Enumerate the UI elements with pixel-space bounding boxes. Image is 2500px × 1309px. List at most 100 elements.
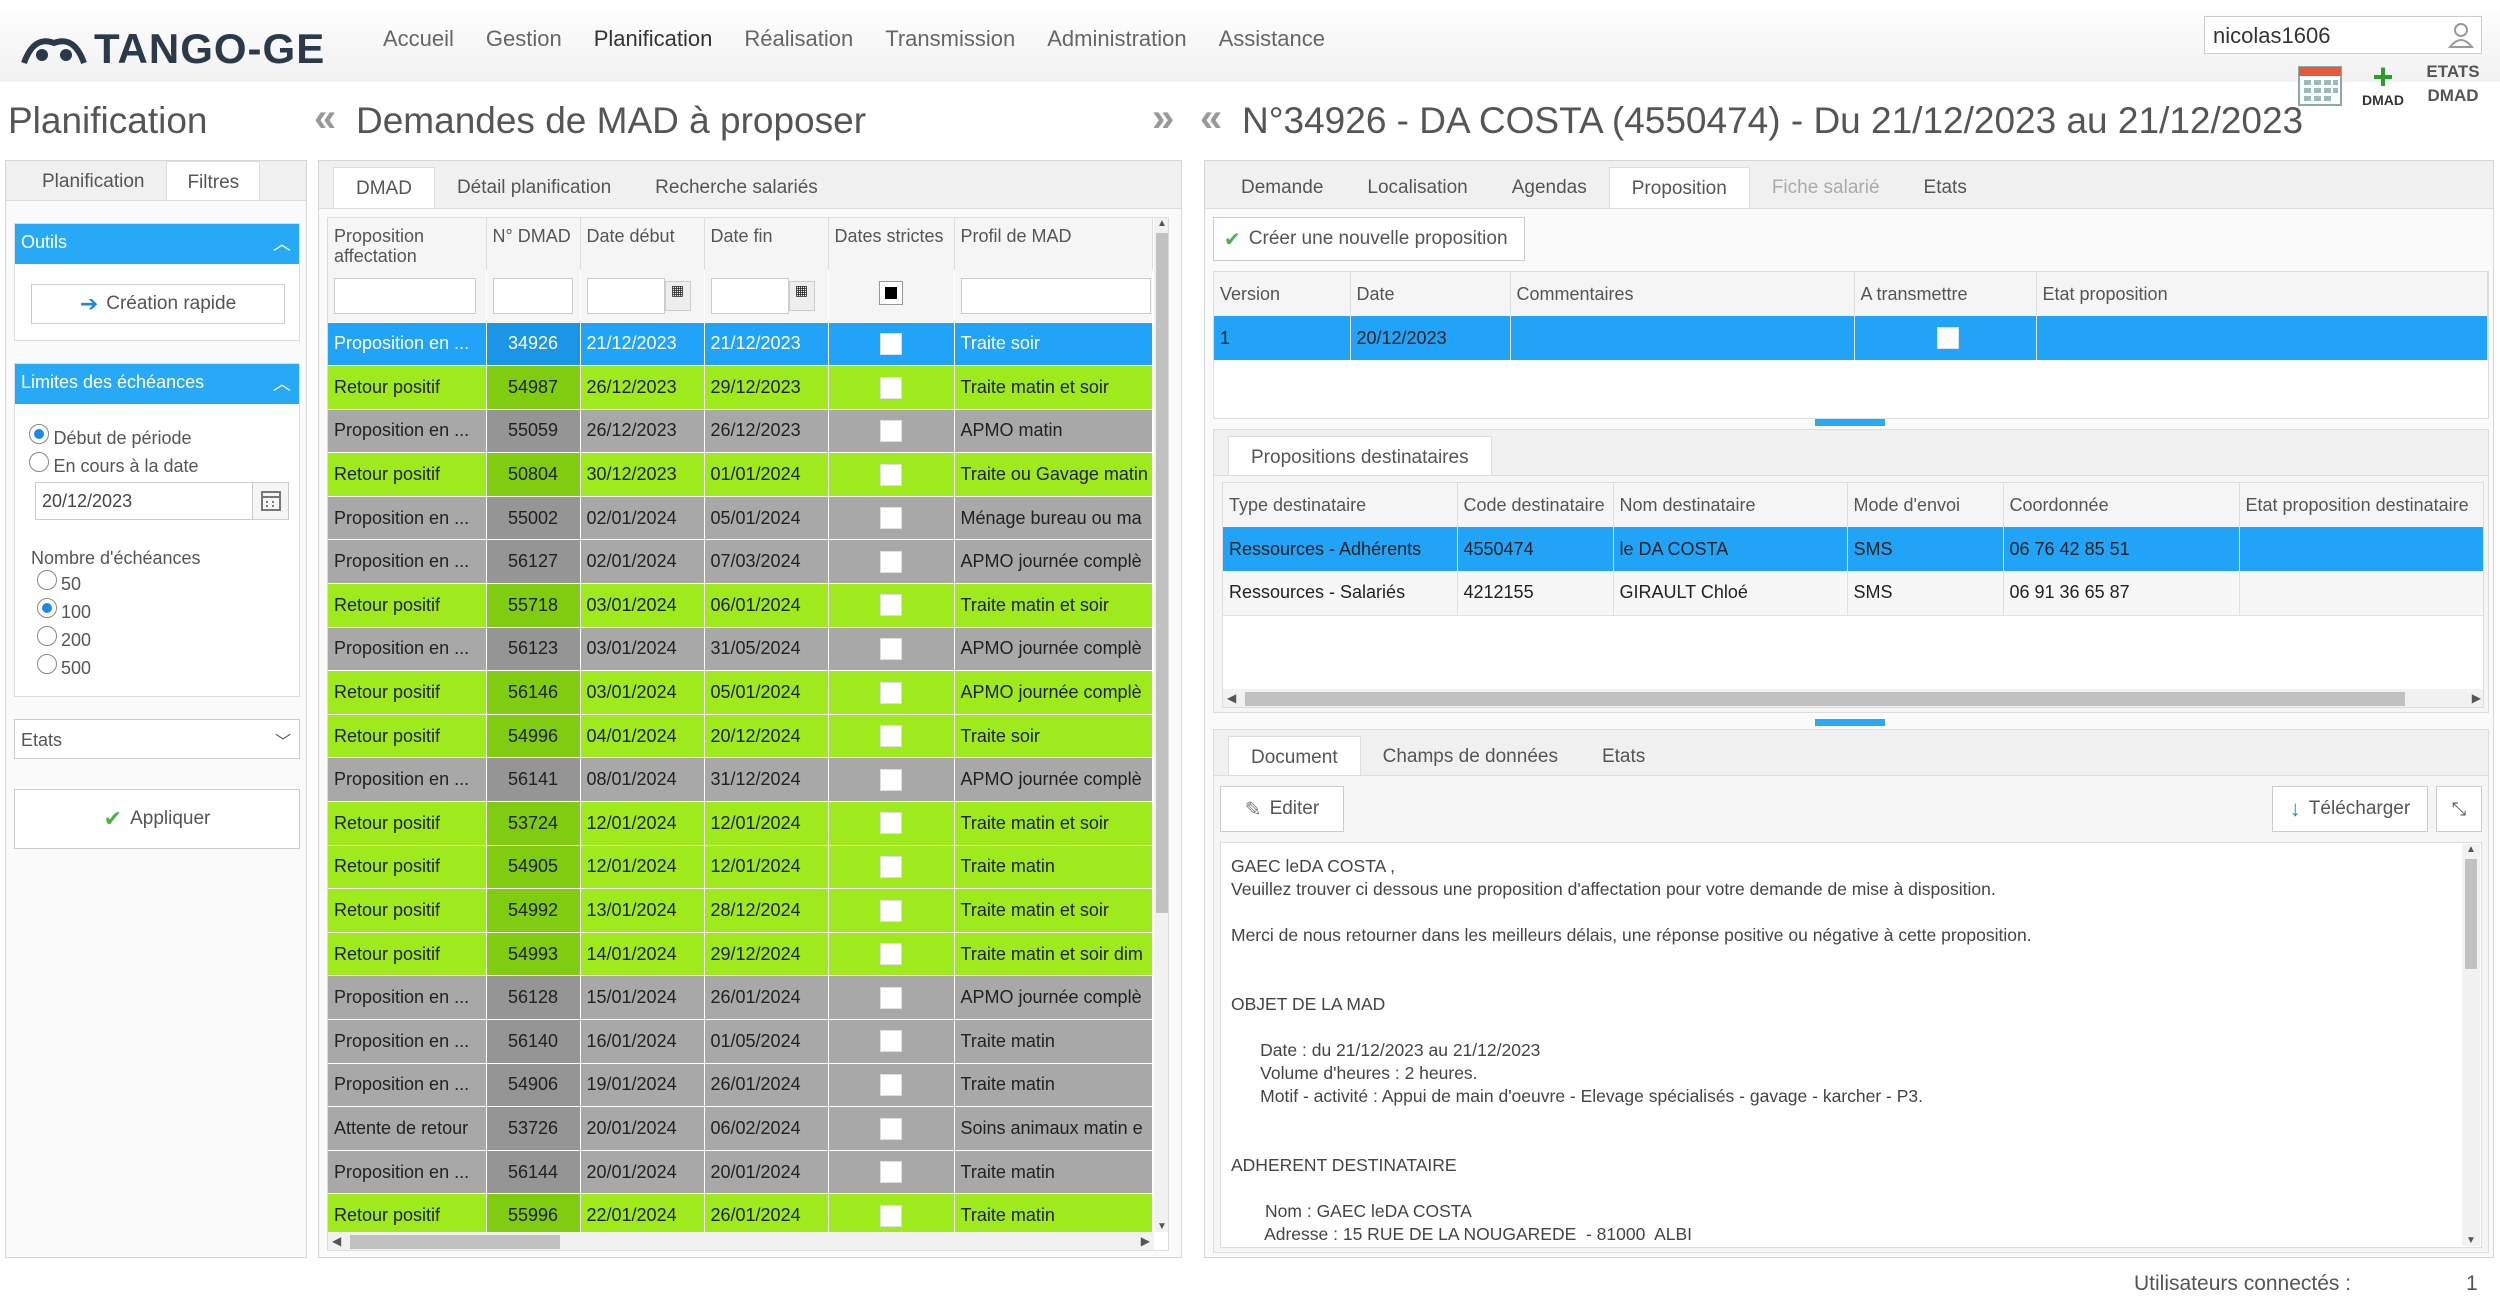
column-header[interactable]: Profil de MAD xyxy=(954,218,1153,270)
dates-strictes-checkbox[interactable] xyxy=(880,943,902,966)
tab-localisation[interactable]: Localisation xyxy=(1345,167,1489,208)
collapse-middle-icon[interactable]: « xyxy=(1200,96,1222,141)
column-header[interactable]: Proposition affectation xyxy=(328,218,487,270)
column-header[interactable]: Coordonnée xyxy=(2003,483,2240,527)
menu-item-assistance[interactable]: Assistance xyxy=(1219,26,1325,52)
vertical-scrollbar[interactable]: ▲ ▼ xyxy=(1154,218,1168,1232)
filter-date-fin[interactable] xyxy=(710,277,789,314)
creation-rapide-button[interactable]: ➔ Création rapide xyxy=(31,284,285,324)
column-header[interactable]: Dates strictes xyxy=(828,218,955,270)
dates-strictes-checkbox[interactable] xyxy=(880,1117,902,1140)
table-row[interactable]: Ressources - Adhérents 4550474 le DA COSTA… xyxy=(1223,527,2483,571)
dates-strictes-checkbox[interactable] xyxy=(880,725,902,748)
dates-strictes-checkbox[interactable] xyxy=(880,550,902,573)
collapse-left-icon[interactable]: « xyxy=(314,96,336,141)
outils-header[interactable]: Outils ︿ xyxy=(15,224,299,264)
radio-nombre-50[interactable]: 50 xyxy=(37,570,91,598)
column-header[interactable]: Mode d'envoi xyxy=(1847,483,2004,527)
menu-item-planification[interactable]: Planification xyxy=(594,26,713,52)
table-row[interactable]: Proposition en ... 54906 19/01/2024 26/01/2… xyxy=(328,1063,1153,1108)
appliquer-button[interactable]: ✔ Appliquer xyxy=(14,789,300,849)
filter-dates-strictes[interactable] xyxy=(879,281,903,306)
tab-agendas[interactable]: Agendas xyxy=(1490,167,1609,208)
dates-strictes-checkbox[interactable] xyxy=(880,463,902,486)
radio-debut-icon[interactable] xyxy=(29,424,49,444)
chevron-up-icon[interactable]: ︿ xyxy=(273,370,291,396)
table-row[interactable]: Retour positif 54993 14/01/2024 29/12/2024 T… xyxy=(328,932,1153,977)
calendar-picker-icon[interactable]: ▦ xyxy=(664,280,691,311)
tab-proposition[interactable]: Proposition xyxy=(1608,167,1750,208)
table-row[interactable]: Retour positif 50804 30/12/2023 01/01/2024 T… xyxy=(328,452,1153,497)
column-header[interactable]: Nom destinataire xyxy=(1613,483,1848,527)
user-icon[interactable] xyxy=(2447,21,2475,49)
dates-strictes-checkbox[interactable] xyxy=(880,420,902,443)
tab-champs-de-donn-es[interactable]: Champs de données xyxy=(1361,736,1580,775)
dates-strictes-checkbox[interactable] xyxy=(880,1074,902,1097)
table-row[interactable]: Retour positif 54905 12/01/2024 12/01/2024 T… xyxy=(328,845,1153,890)
table-row[interactable]: Retour positif 54987 26/12/2023 29/12/2023 T… xyxy=(328,365,1153,410)
dates-strictes-checkbox[interactable] xyxy=(880,856,902,879)
dates-strictes-checkbox[interactable] xyxy=(880,1161,902,1184)
table-row[interactable]: Retour positif 56146 03/01/2024 05/01/2024 A… xyxy=(328,670,1153,715)
column-header[interactable]: Code destinataire xyxy=(1457,483,1614,527)
radio-icon[interactable] xyxy=(37,626,57,646)
column-header[interactable]: N° DMAD xyxy=(486,218,581,270)
fullscreen-button[interactable]: ⤡ xyxy=(2436,786,2482,832)
expand-right-icon[interactable]: » xyxy=(1152,96,1174,141)
table-row[interactable]: Retour positif 53724 12/01/2024 12/01/2024 T… xyxy=(328,801,1153,846)
menu-item-réalisation[interactable]: Réalisation xyxy=(744,26,853,52)
table-row[interactable]: Proposition en ... 56127 02/01/2024 07/03/2… xyxy=(328,539,1153,585)
editer-button[interactable]: ✎ Editer xyxy=(1220,786,1344,832)
filter-date-debut[interactable] xyxy=(586,277,665,314)
dates-strictes-checkbox[interactable] xyxy=(880,812,902,835)
table-row[interactable]: Retour positif 54992 13/01/2024 28/12/2024 T… xyxy=(328,888,1153,933)
etats-dmad-button[interactable]: ETATS DMAD xyxy=(2422,60,2484,108)
menu-item-transmission[interactable]: Transmission xyxy=(885,26,1015,52)
table-row[interactable]: Retour positif 55718 03/01/2024 06/01/2024 T… xyxy=(328,583,1153,628)
column-header[interactable]: Date début xyxy=(580,218,705,270)
table-row[interactable]: Attente de retour 53726 20/01/2024 06/02/20… xyxy=(328,1106,1153,1151)
tab-propositions-destinataires[interactable]: Propositions destinataires xyxy=(1228,436,1492,475)
column-header[interactable]: Type destinataire xyxy=(1223,483,1458,527)
tab-recherche-salaries[interactable]: Recherche salariés xyxy=(633,167,840,208)
radio-nombre-200[interactable]: 200 xyxy=(37,626,91,654)
dates-strictes-checkbox[interactable] xyxy=(880,594,902,617)
menu-item-accueil[interactable]: Accueil xyxy=(383,26,454,52)
tab-etats[interactable]: Etats xyxy=(1580,736,1667,775)
horizontal-scrollbar[interactable]: ◀ ▶ xyxy=(1223,689,2483,707)
radio-en-cours[interactable]: En cours à la date xyxy=(29,452,199,477)
tab-etats[interactable]: Etats xyxy=(1902,167,1989,208)
dates-strictes-checkbox[interactable] xyxy=(880,332,902,355)
column-header[interactable]: Date xyxy=(1350,272,1511,316)
filter-proposition[interactable] xyxy=(334,277,476,314)
calendar-picker-icon[interactable]: ▦ xyxy=(788,280,815,311)
table-row[interactable]: 1 20/12/2023 xyxy=(1214,316,2488,360)
tab-filtres[interactable]: Filtres xyxy=(166,161,261,200)
table-row[interactable]: Proposition en ... 55002 02/01/2024 05/01/2… xyxy=(328,496,1153,541)
table-row[interactable]: Retour positif 55996 22/01/2024 26/01/2024 T… xyxy=(328,1193,1153,1238)
vertical-scrollbar[interactable]: ▲ ▼ xyxy=(2462,844,2480,1246)
tab-demande[interactable]: Demande xyxy=(1219,167,1345,208)
limites-header[interactable]: Limites des échéances ︿ xyxy=(15,364,299,404)
dates-strictes-checkbox[interactable] xyxy=(880,507,902,530)
radio-icon[interactable] xyxy=(37,598,57,618)
etats-select[interactable]: Etats ﹀ xyxy=(14,719,300,759)
table-row[interactable]: Proposition en ... 56128 15/01/2024 26/01/2… xyxy=(328,975,1153,1020)
menu-item-administration[interactable]: Administration xyxy=(1047,26,1186,52)
column-header[interactable]: Date fin xyxy=(704,218,829,270)
tab-document[interactable]: Document xyxy=(1228,736,1361,775)
calendar-icon[interactable] xyxy=(2297,63,2343,107)
a-transmettre-checkbox[interactable] xyxy=(1937,327,1959,350)
table-row[interactable]: Proposition en ... 34926 21/12/2023 21/12/2… xyxy=(328,322,1153,367)
table-row[interactable]: Proposition en ... 56144 20/01/2024 20/01/2… xyxy=(328,1150,1153,1195)
document-preview[interactable]: GAEC leDA COSTA , Veuillez trouver ci des… xyxy=(1220,842,2482,1248)
telecharger-button[interactable]: ↓ Télécharger xyxy=(2272,786,2428,832)
table-row[interactable]: Proposition en ... 55059 26/12/2023 26/12/2… xyxy=(328,409,1153,454)
dates-strictes-checkbox[interactable] xyxy=(880,376,902,399)
column-header[interactable]: Commentaires xyxy=(1510,272,1855,316)
menu-item-gestion[interactable]: Gestion xyxy=(486,26,562,52)
dates-strictes-checkbox[interactable] xyxy=(880,986,902,1009)
dates-strictes-checkbox[interactable] xyxy=(880,638,902,661)
radio-en-cours-icon[interactable] xyxy=(29,452,49,472)
radio-debut-periode[interactable]: Début de période xyxy=(29,424,192,449)
